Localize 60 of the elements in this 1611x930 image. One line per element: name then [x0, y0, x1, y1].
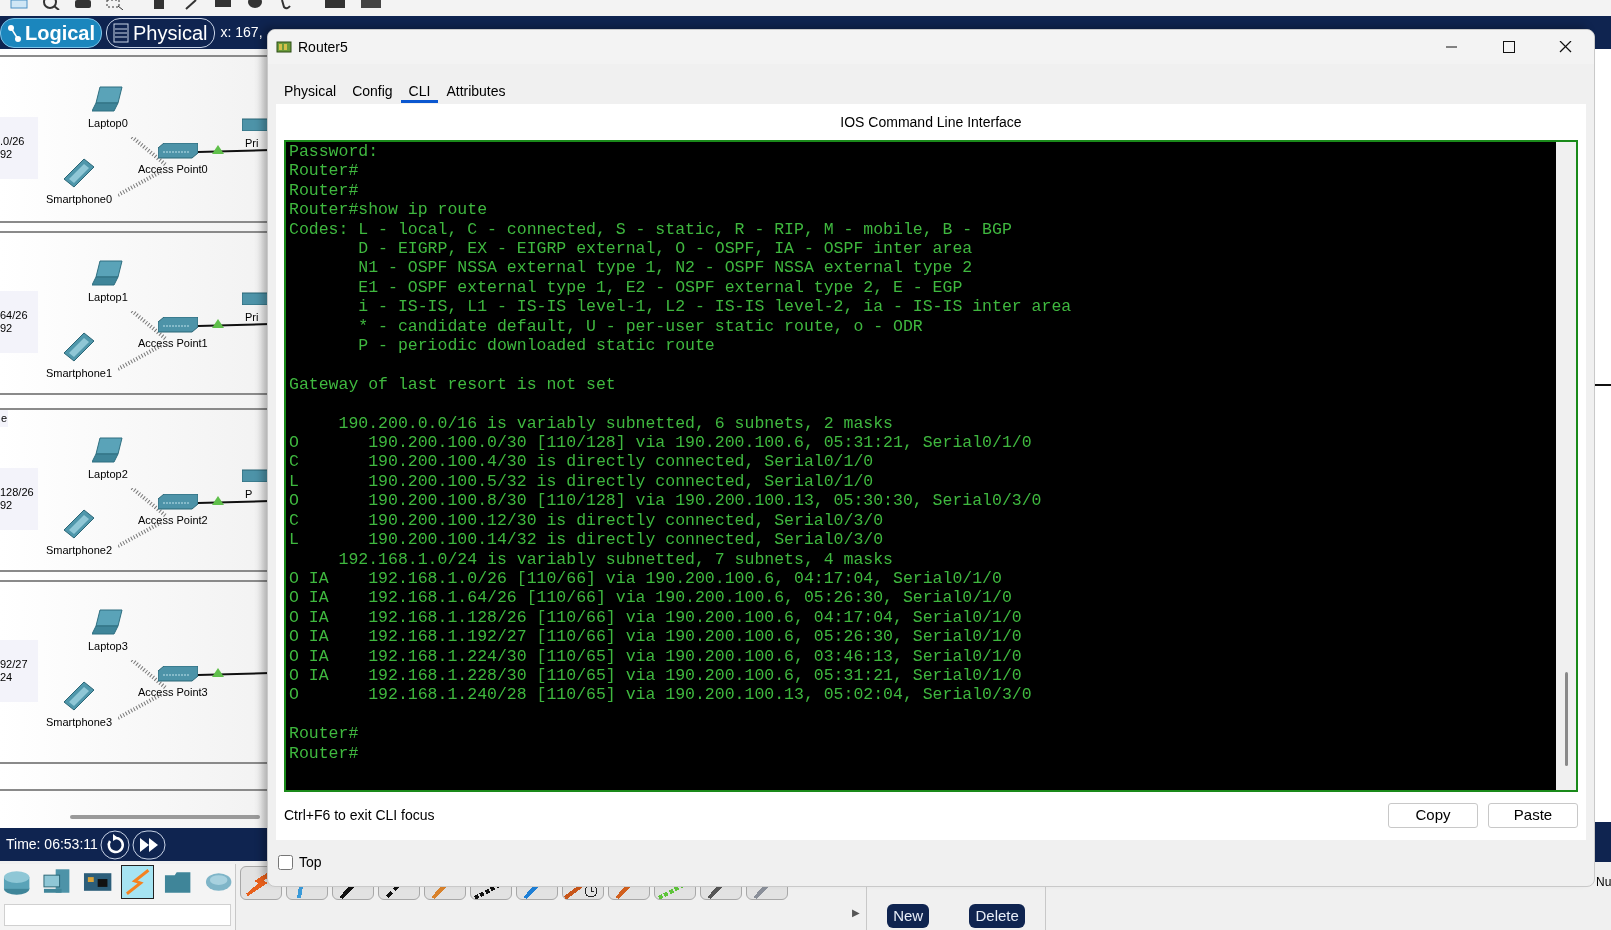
- cli-line: C 190.200.100.12/30 is directly connected, Serial0/3/0: [289, 510, 885, 531]
- cli-line: C 190.200.100.4/30 is directly connected, Serial0/1/0: [289, 452, 875, 472]
- note-text: 92: [0, 322, 14, 335]
- cli-line: O 190.200.100.0/30 [110/128] via 190.200.100.6, 05:31:21, Serial0/1/0: [289, 433, 1033, 453]
- cli-line: Password:: [289, 142, 380, 162]
- window-title: Router5: [298, 37, 348, 57]
- cli-line: L 190.200.100.14/32 is directly connected, Serial0/3/0: [289, 530, 885, 550]
- cli-line: O 190.200.100.8/30 [110/128] via 190.200.100.13, 05:30:30, Serial0/3/0: [289, 491, 1043, 511]
- cli-line: 190.200.0.0/16 is variably subnetted, 6 subnets, 2 masks: [337, 413, 894, 434]
- note-text: e: [0, 410, 9, 427]
- time-display: Time: 06:53:11: [6, 835, 98, 854]
- coordinates-text: x: 167,: [220, 23, 263, 42]
- cli-line: O IA 192.168.1.228/30 [110/65] via 190.200.100.6, 05:31:21, Serial0/1/0: [289, 665, 1023, 686]
- note-text: 92/27: [0, 658, 29, 671]
- device-label: Access Point2: [138, 513, 208, 528]
- cli-line: O IA 192.168.1.64/26 [110/66] via 190.200.100.6, 05:26:30, Serial0/1/0: [289, 588, 1013, 608]
- device-label: Laptop2: [88, 467, 128, 482]
- cli-line: L 190.200.100.5/32 is directly connected, Serial0/1/0: [289, 471, 875, 492]
- panel-heading: IOS Command Line Interface: [839, 113, 1023, 132]
- cli-line: Router#: [289, 180, 360, 201]
- device-label: Laptop3: [88, 639, 128, 654]
- device-label: Laptop1: [88, 290, 128, 305]
- note-text: 92: [0, 148, 14, 161]
- note-text: 128/26: [0, 486, 35, 499]
- cli-line: Codes: L - local, C - connected, S - static, R - RIP, M - mobile, B - BGP: [289, 219, 1013, 240]
- panel-label: Nu: [1596, 874, 1611, 891]
- checkbox-label: Top: [299, 852, 322, 872]
- cli-line: O IA 192.168.1.128/26 [110/66] via 190.200.100.6, 04:17:04, Serial0/1/0: [289, 607, 1023, 628]
- cli-line: O IA 192.168.1.224/30 [110/65] via 190.200.100.6, 03:46:13, Serial0/1/0: [289, 646, 1023, 666]
- cli-line: Gateway of last resort is not set: [289, 374, 617, 395]
- device-label: Smartphone2: [46, 543, 113, 558]
- cli-line: E1 - OSPF external type 1, E2 - OSPF external type 2, E - EGP: [357, 277, 964, 298]
- cli-line: D - EIGRP, EX - EIGRP external, O - OSPF, IA - OSPF inter area: [357, 239, 974, 259]
- cli-line: O 192.168.1.240/28 [110/65] via 190.200.100.13, 05:02:04, Serial0/3/0: [289, 685, 1033, 705]
- device-label: Access Point3: [138, 685, 208, 700]
- note-text: .0/26: [0, 135, 26, 148]
- device-label: Smartphone3: [46, 715, 113, 730]
- device-label: Access Point0: [138, 162, 208, 177]
- cli-line: i - IS-IS, L1 - IS-IS level-1, L2 - IS-IS level-2, ia - IS-IS inter area: [357, 297, 1073, 317]
- device-label: Pri: [245, 136, 259, 151]
- cli-line: Router#: [289, 743, 360, 763]
- cli-line: 192.168.1.0/24 is variably subnetted, 7 subnets, 4 masks: [337, 549, 894, 569]
- device-label: Smartphone0: [46, 192, 113, 207]
- cli-line: Router#: [289, 724, 360, 744]
- device-label: Smartphone1: [46, 366, 113, 381]
- cli-line: O IA 192.168.1.192/27 [110/66] via 190.200.100.6, 05:26:30, Serial0/1/0: [289, 627, 1023, 647]
- device-label: Laptop0: [88, 116, 128, 131]
- hint-text: Ctrl+F6 to exit CLI focus: [284, 805, 435, 825]
- note-text: 92: [0, 499, 14, 512]
- note-text: 24: [0, 671, 14, 684]
- cli-line: * - candidate default, U - per-user static route, o - ODR: [357, 316, 924, 337]
- cli-line: Router#show ip route: [289, 200, 489, 220]
- device-label: Pri: [245, 310, 259, 325]
- cli-line: O IA 192.168.1.0/26 [110/66] via 190.200.100.6, 04:17:04, Serial0/1/0: [289, 568, 1003, 589]
- note-text: 64/26: [0, 309, 29, 322]
- device-label: P: [245, 487, 253, 502]
- cli-line: N1 - OSPF NSSA external type 1, N2 - OSPF NSSA external type 2: [357, 258, 974, 278]
- cli-line: P - periodic downloaded static route: [357, 336, 716, 356]
- cli-line: Router#: [289, 161, 360, 181]
- device-label: Access Point1: [138, 336, 208, 351]
